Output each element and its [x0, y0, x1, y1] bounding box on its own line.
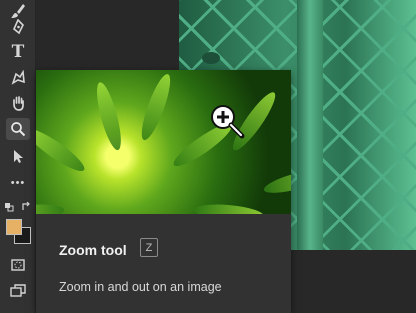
shortcut-key-badge: Z — [140, 238, 158, 257]
leaf — [261, 164, 291, 198]
fence-post — [297, 0, 323, 250]
zoom-icon[interactable] — [6, 118, 30, 140]
tooltip-preview-image — [36, 70, 291, 214]
quick-mask-icon[interactable] — [6, 254, 30, 276]
swap-colors-icon[interactable] — [21, 199, 33, 217]
selection-arrow-icon[interactable] — [6, 145, 30, 167]
leaf — [136, 71, 176, 143]
default-colors-icon[interactable] — [4, 199, 16, 217]
shape-icon[interactable] — [6, 67, 30, 89]
tools-panel: T ••• — [0, 0, 36, 313]
leaf — [36, 202, 65, 214]
leaf — [92, 80, 126, 153]
hand-icon[interactable] — [6, 92, 30, 114]
post-hole — [202, 52, 220, 64]
leaf — [36, 123, 89, 177]
screen-mode-icon[interactable] — [6, 280, 30, 302]
tooltip-description: Zoom in and out on an image — [59, 280, 222, 294]
leaf — [193, 202, 265, 214]
type-icon[interactable]: T — [6, 41, 30, 63]
tool-tooltip: Zoom tool Z Zoom in and out on an image — [36, 70, 291, 313]
foreground-color-swatch[interactable] — [6, 219, 22, 235]
pen-icon[interactable] — [6, 16, 30, 38]
tooltip-title: Zoom tool — [59, 242, 127, 258]
zoom-in-cursor-icon — [208, 102, 248, 147]
more-tools-icon[interactable]: ••• — [6, 172, 30, 194]
